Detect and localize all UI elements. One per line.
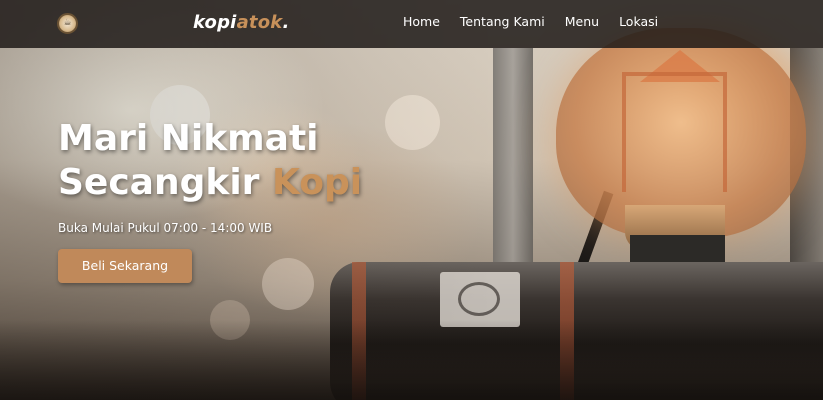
headline-line2-prefix: Secangkir (58, 162, 272, 203)
opening-hours: Buka Mulai Pukul 07:00 - 14:00 WIB (58, 221, 273, 235)
headline-line1: Mari Nikmati (58, 118, 319, 159)
brand-accent: atok (236, 12, 283, 33)
brand-dot: . (282, 12, 290, 33)
nav-links: Home Tentang Kami Menu Lokasi (403, 14, 658, 29)
brand-logo[interactable]: kopiatok. (193, 12, 290, 33)
coffee-logo-icon[interactable]: ☕ (57, 13, 78, 34)
navbar: ☕ kopiatok. Home Tentang Kami Menu Lokas… (0, 0, 823, 48)
nav-link-lokasi[interactable]: Lokasi (619, 14, 658, 29)
headline-accent: Kopi (271, 162, 363, 203)
nav-link-tentang-kami[interactable]: Tentang Kami (460, 14, 545, 29)
hero-headline: Mari Nikmati Secangkir Kopi (58, 117, 362, 205)
brand-main: kopi (193, 12, 237, 33)
nav-link-menu[interactable]: Menu (565, 14, 599, 29)
nav-link-home[interactable]: Home (403, 14, 440, 29)
hero-section: ☕ kopiatok. Home Tentang Kami Menu Lokas… (0, 0, 823, 400)
hero-content: Mari Nikmati Secangkir Kopi Buka Mulai P… (58, 117, 362, 283)
buy-now-button[interactable]: Beli Sekarang (58, 249, 192, 283)
hero-bottom-fade (0, 320, 823, 400)
